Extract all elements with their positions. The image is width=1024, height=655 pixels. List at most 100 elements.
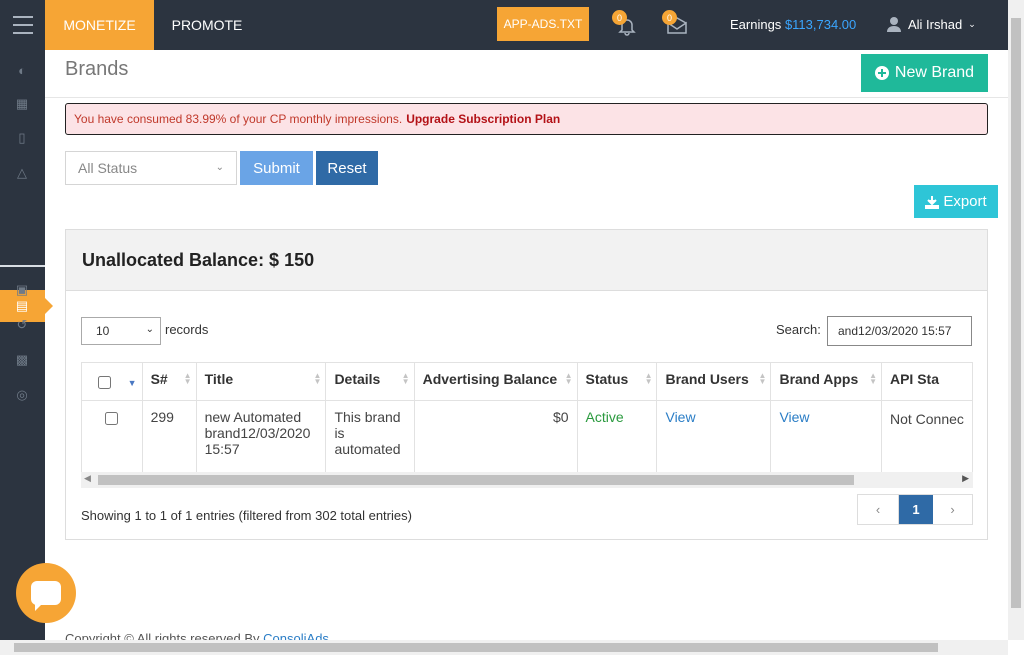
header-advertising-balance[interactable]: Advertising Balance ▲ ▼	[413, 362, 578, 401]
sort-icon: ▲ ▼	[313, 371, 322, 386]
header-brand-apps[interactable]: Brand Apps ▲ ▼	[770, 362, 882, 401]
user-menu[interactable]: Ali Irshad ⌄	[886, 16, 976, 32]
mobile-icon[interactable]: ▯	[12, 128, 32, 148]
brand-users-view-link[interactable]: View	[656, 400, 772, 472]
user-icon	[887, 17, 901, 32]
plus-circle-icon	[874, 66, 889, 80]
export-button[interactable]: Export	[914, 185, 998, 218]
records-label: records	[165, 322, 209, 337]
table-row: 299 new Automated brand12/03/2020 15:57 …	[81, 400, 973, 472]
scrollbar-thumb[interactable]	[98, 475, 854, 485]
status-value: All Status	[78, 160, 138, 176]
vertical-scrollbar-thumb[interactable]	[1011, 18, 1021, 608]
page-length-value: 10	[96, 324, 110, 338]
history-icon[interactable]: ↺	[12, 315, 32, 335]
header-sn[interactable]: S# ▲ ▼	[141, 362, 197, 401]
header-sn-label: S#	[150, 371, 168, 387]
impressions-alert: You have consumed 83.99% of your CP mont…	[65, 103, 988, 135]
table-header-row: ▼ S# ▲ ▼ Title ▲ ▼ Details ▲ ▼ Advertising Bal…	[81, 362, 973, 401]
cell-details: This brand is automated	[325, 400, 415, 472]
search-input[interactable]: and12/03/2020 15:57	[827, 316, 972, 346]
header-users-label: Brand Users	[665, 371, 749, 387]
document-icon[interactable]: ▩	[12, 350, 32, 370]
header-api-status[interactable]: API Sta	[880, 362, 973, 401]
dashboard-icon[interactable]: ◐	[12, 60, 32, 80]
header-details[interactable]: Details ▲ ▼	[325, 362, 415, 401]
cell-balance: $0	[413, 400, 578, 472]
app-ads-button[interactable]: APP-ADS.TXT	[497, 7, 589, 41]
chat-widget-button[interactable]	[16, 563, 76, 623]
submit-button[interactable]: Submit	[240, 151, 313, 185]
header-details-label: Details	[334, 371, 381, 387]
page-vertical-scrollbar[interactable]	[1008, 0, 1024, 640]
upgrade-plan-link[interactable]: Upgrade Subscription Plan	[406, 112, 560, 126]
cell-sn: 299	[141, 400, 197, 472]
sort-icon: ▲ ▼	[758, 371, 767, 386]
scroll-left-icon[interactable]: ◀	[84, 473, 91, 484]
messages-button[interactable]: 0	[662, 10, 692, 40]
sidebar: ◐ ▦ ▯ △ ▤ ▣ ↺ ▩ ◎	[0, 50, 53, 640]
chat-bubble-icon	[31, 581, 61, 611]
prev-page-button[interactable]: ‹	[858, 495, 899, 524]
horizontal-scrollbar-thumb[interactable]	[14, 643, 938, 652]
brands-panel: Unallocated Balance: $ 150 10 ⌄ records …	[65, 229, 988, 540]
brands-table-wrapper: ▼ S# ▲ ▼ Title ▲ ▼ Details ▲ ▼ Advertising Bal…	[81, 362, 973, 472]
header-balance-label: Advertising Balance	[422, 371, 558, 387]
bell-sidebar-icon[interactable]: △	[12, 163, 32, 183]
earnings-label: Earnings	[730, 17, 782, 32]
table-horizontal-scrollbar[interactable]: ◀ ▶	[81, 472, 973, 488]
cell-title: new Automated brand12/03/2020 15:57	[195, 400, 327, 472]
sort-icon: ▲ ▼	[564, 371, 573, 386]
header-title-label: Title	[204, 371, 234, 387]
reset-button[interactable]: Reset	[316, 151, 378, 185]
new-brand-button[interactable]: New Brand	[861, 54, 988, 92]
cell-status: Active	[576, 400, 658, 472]
messages-badge: 0	[662, 10, 677, 25]
money-icon[interactable]: ▣	[12, 280, 32, 300]
select-all-header: ▼	[81, 362, 143, 401]
header-apps-label: Brand Apps	[779, 371, 859, 387]
status-select[interactable]: All Status ⌄	[65, 151, 237, 185]
sort-desc-icon: ▼	[127, 378, 137, 388]
sitemap-icon[interactable]: ▦	[12, 94, 32, 114]
user-name: Ali Irshad	[908, 16, 963, 32]
tab-monetize[interactable]: MONETIZE	[45, 0, 154, 50]
earnings-value: $113,734.00	[784, 17, 857, 32]
sort-icon: ▲ ▼	[401, 371, 410, 386]
header-title[interactable]: Title ▲ ▼	[195, 362, 327, 401]
page-length-select[interactable]: 10 ⌄	[81, 317, 161, 345]
tab-promote[interactable]: PROMOTE	[154, 0, 260, 50]
chevron-down-icon: ⌄	[968, 18, 976, 29]
unallocated-balance: Unallocated Balance: $ 150	[66, 230, 987, 291]
new-brand-label: New Brand	[894, 64, 975, 81]
support-icon[interactable]: ◎	[12, 385, 32, 405]
select-all-checkbox[interactable]	[98, 376, 111, 389]
header-api-label: API Sta	[889, 371, 939, 387]
earnings: Earnings $113,734.00	[730, 17, 856, 32]
header-status[interactable]: Status ▲ ▼	[576, 362, 658, 401]
export-label: Export	[943, 193, 987, 210]
notifications-badge: 0	[612, 10, 627, 25]
header-brand-users[interactable]: Brand Users ▲ ▼	[656, 362, 772, 401]
pagination: ‹ 1 ›	[857, 494, 973, 525]
page-title: Brands	[65, 58, 129, 80]
page-horizontal-scrollbar[interactable]	[0, 640, 1008, 655]
notifications-button[interactable]: 0	[612, 10, 642, 40]
search-label: Search:	[776, 322, 821, 337]
table-info: Showing 1 to 1 of 1 entries (filtered fr…	[81, 508, 412, 523]
page-1-button[interactable]: 1	[899, 495, 933, 524]
scroll-right-icon[interactable]: ▶	[962, 473, 969, 484]
header-divider	[45, 97, 1008, 98]
sidebar-divider	[0, 265, 45, 267]
cell-api-status: Not Connec	[880, 400, 973, 472]
brands-table: ▼ S# ▲ ▼ Title ▲ ▼ Details ▲ ▼ Advertising Bal…	[81, 362, 973, 472]
brand-apps-view-link[interactable]: View	[770, 400, 882, 472]
alert-text: You have consumed 83.99% of your CP mont…	[74, 112, 403, 126]
chevron-down-icon: ⌄	[215, 162, 224, 173]
sort-icon: ▲ ▼	[644, 371, 653, 386]
next-page-button[interactable]: ›	[933, 495, 972, 524]
menu-toggle-icon[interactable]	[0, 0, 45, 50]
sort-icon: ▲ ▼	[183, 371, 192, 386]
row-checkbox[interactable]	[105, 412, 119, 425]
download-icon	[925, 195, 940, 209]
